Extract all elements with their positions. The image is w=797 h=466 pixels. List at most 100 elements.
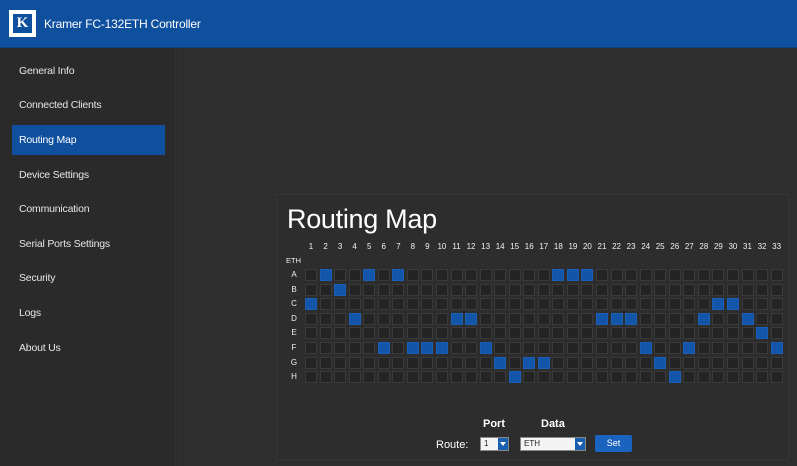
route-cell[interactable] bbox=[450, 342, 463, 354]
sidebar-item-security[interactable]: Security bbox=[12, 263, 165, 293]
route-cell[interactable] bbox=[639, 312, 652, 325]
route-cell-active[interactable] bbox=[348, 312, 361, 325]
route-cell[interactable] bbox=[770, 283, 783, 296]
route-cell[interactable] bbox=[435, 327, 448, 340]
route-cell-active[interactable] bbox=[697, 312, 710, 325]
route-cell[interactable] bbox=[508, 269, 521, 281]
route-cell[interactable] bbox=[683, 283, 696, 296]
route-cell[interactable] bbox=[726, 283, 739, 296]
route-cell[interactable] bbox=[697, 371, 710, 384]
route-cell[interactable] bbox=[770, 312, 783, 325]
route-cell[interactable] bbox=[508, 298, 521, 311]
route-cell[interactable] bbox=[668, 298, 681, 311]
route-cell[interactable] bbox=[552, 283, 565, 296]
route-cell-active[interactable] bbox=[435, 342, 448, 354]
route-cell[interactable] bbox=[334, 371, 347, 384]
route-cell[interactable] bbox=[566, 342, 579, 354]
route-cell[interactable] bbox=[406, 371, 419, 384]
route-cell-active[interactable] bbox=[450, 312, 463, 325]
route-cell[interactable] bbox=[421, 312, 434, 325]
route-cell[interactable] bbox=[319, 298, 332, 311]
route-cell-active[interactable] bbox=[508, 371, 521, 384]
route-cell[interactable] bbox=[523, 342, 536, 354]
route-cell[interactable] bbox=[566, 356, 579, 369]
route-cell[interactable] bbox=[305, 327, 317, 340]
route-cell[interactable] bbox=[610, 356, 623, 369]
route-cell-active[interactable] bbox=[377, 342, 390, 354]
route-cell[interactable] bbox=[625, 342, 638, 354]
route-cell[interactable] bbox=[319, 371, 332, 384]
route-cell[interactable] bbox=[392, 371, 405, 384]
route-cell[interactable] bbox=[537, 298, 550, 311]
route-cell-active[interactable] bbox=[465, 312, 478, 325]
route-cell-active[interactable] bbox=[741, 312, 754, 325]
route-cell[interactable] bbox=[654, 283, 667, 296]
route-cell[interactable] bbox=[668, 356, 681, 369]
route-cell[interactable] bbox=[465, 356, 478, 369]
route-cell[interactable] bbox=[305, 342, 317, 354]
route-cell[interactable] bbox=[596, 327, 608, 340]
route-cell[interactable] bbox=[392, 342, 405, 354]
route-cell[interactable] bbox=[334, 312, 347, 325]
route-cell[interactable] bbox=[668, 269, 681, 281]
route-cell[interactable] bbox=[639, 269, 652, 281]
route-cell[interactable] bbox=[494, 298, 507, 311]
route-cell[interactable] bbox=[654, 371, 667, 384]
route-cell[interactable] bbox=[479, 298, 492, 311]
route-cell[interactable] bbox=[508, 312, 521, 325]
sidebar-item-general-info[interactable]: General Info bbox=[12, 56, 165, 86]
route-cell[interactable] bbox=[406, 269, 419, 281]
route-cell[interactable] bbox=[712, 356, 725, 369]
set-button[interactable]: Set bbox=[595, 435, 632, 452]
route-cell[interactable] bbox=[668, 312, 681, 325]
route-cell[interactable] bbox=[334, 269, 347, 281]
route-cell[interactable] bbox=[756, 371, 769, 384]
route-cell[interactable] bbox=[770, 298, 783, 311]
route-cell[interactable] bbox=[654, 269, 667, 281]
route-cell[interactable] bbox=[566, 327, 579, 340]
route-cell-active[interactable] bbox=[319, 269, 332, 281]
route-cell[interactable] bbox=[566, 298, 579, 311]
route-cell[interactable] bbox=[406, 298, 419, 311]
route-cell[interactable] bbox=[726, 356, 739, 369]
route-cell-active[interactable] bbox=[421, 342, 434, 354]
route-cell[interactable] bbox=[697, 283, 710, 296]
route-cell[interactable] bbox=[392, 283, 405, 296]
route-cell[interactable] bbox=[523, 327, 536, 340]
route-cell[interactable] bbox=[537, 371, 550, 384]
route-cell[interactable] bbox=[348, 298, 361, 311]
port-select[interactable]: 1 bbox=[480, 437, 509, 451]
route-cell[interactable] bbox=[610, 269, 623, 281]
route-cell[interactable] bbox=[421, 371, 434, 384]
route-cell[interactable] bbox=[610, 327, 623, 340]
route-cell[interactable] bbox=[654, 327, 667, 340]
route-cell[interactable] bbox=[494, 327, 507, 340]
route-cell[interactable] bbox=[756, 356, 769, 369]
route-cell[interactable] bbox=[581, 298, 594, 311]
route-cell[interactable] bbox=[625, 283, 638, 296]
route-cell[interactable] bbox=[508, 327, 521, 340]
route-cell-active[interactable] bbox=[610, 312, 623, 325]
route-cell[interactable] bbox=[625, 327, 638, 340]
route-cell[interactable] bbox=[596, 342, 608, 354]
route-cell[interactable] bbox=[508, 342, 521, 354]
route-cell[interactable] bbox=[479, 371, 492, 384]
route-cell[interactable] bbox=[305, 371, 317, 384]
route-cell[interactable] bbox=[697, 298, 710, 311]
route-cell[interactable] bbox=[712, 371, 725, 384]
route-cell[interactable] bbox=[712, 283, 725, 296]
route-cell[interactable] bbox=[450, 371, 463, 384]
route-cell[interactable] bbox=[494, 342, 507, 354]
route-cell[interactable] bbox=[363, 298, 376, 311]
route-cell[interactable] bbox=[756, 298, 769, 311]
route-cell-active[interactable] bbox=[566, 269, 579, 281]
route-cell[interactable] bbox=[537, 342, 550, 354]
route-cell[interactable] bbox=[377, 356, 390, 369]
route-cell[interactable] bbox=[435, 312, 448, 325]
route-cell[interactable] bbox=[610, 298, 623, 311]
route-cell-active[interactable] bbox=[537, 356, 550, 369]
route-cell[interactable] bbox=[726, 269, 739, 281]
route-cell[interactable] bbox=[494, 312, 507, 325]
route-cell[interactable] bbox=[537, 283, 550, 296]
route-cell[interactable] bbox=[523, 283, 536, 296]
